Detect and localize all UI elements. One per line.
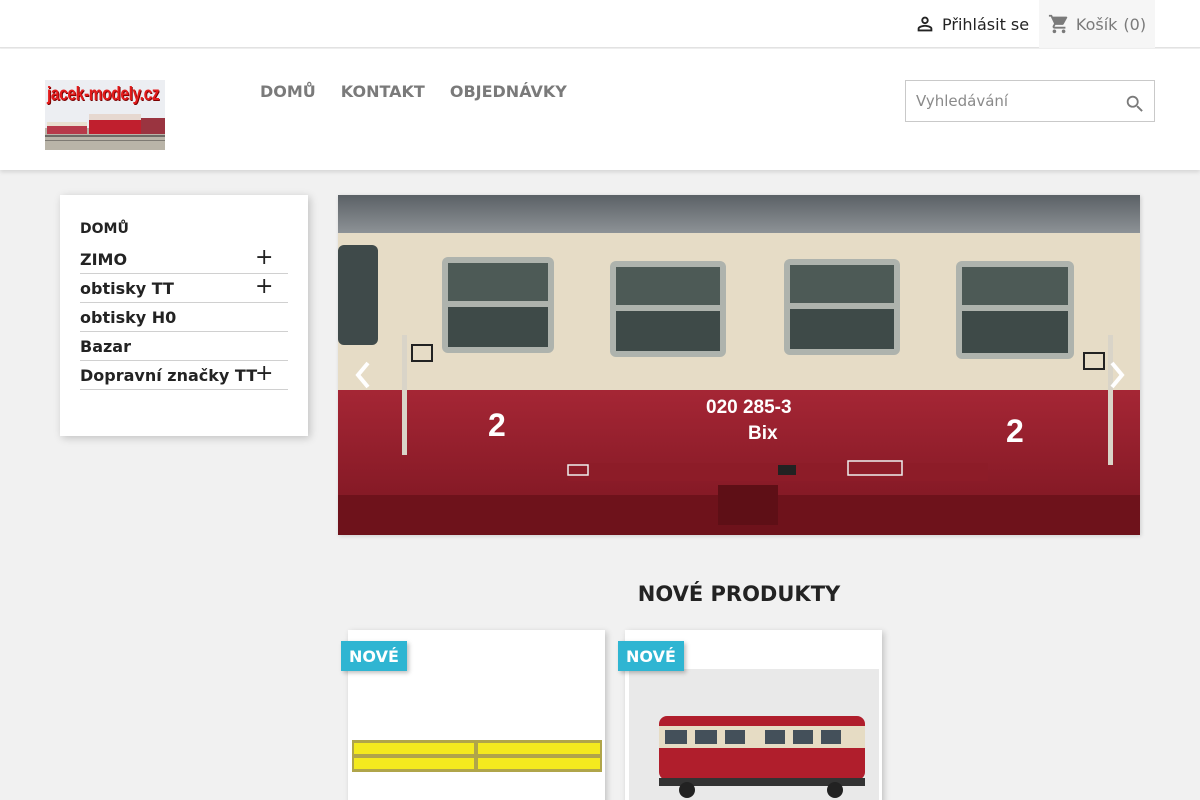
new-badge: NOVÉ — [341, 641, 407, 671]
logo-text: jacek-modely.cz — [47, 84, 160, 105]
section-title-new-products: NOVÉ PRODUKTY — [637, 582, 841, 606]
search-icon[interactable] — [1124, 93, 1146, 115]
nav-home[interactable]: DOMŮ — [260, 82, 316, 101]
car-number-text: 020 285-3 — [706, 397, 792, 418]
top-bar: Přihlásit se Košík (0) — [0, 0, 1200, 48]
car-type-text: Bix — [748, 423, 778, 444]
category-label: ZIMO — [80, 249, 128, 269]
search-box — [905, 80, 1155, 122]
category-item-obtisky-h0[interactable]: obtisky H0 — [80, 303, 288, 332]
category-list: ZIMO + obtisky TT + obtisky H0 Bazar Dop… — [80, 245, 288, 390]
category-sidebar: DOMŮ ZIMO + obtisky TT + obtisky H0 Baza… — [60, 195, 308, 436]
class-mark-left: 2 — [488, 407, 506, 443]
main-nav: DOMŮ KONTAKT OBJEDNÁVKY — [260, 82, 567, 101]
category-item-bazar[interactable]: Bazar — [80, 332, 288, 361]
signin-label: Přihlásit se — [942, 14, 1030, 34]
expand-icon[interactable]: + — [255, 276, 273, 298]
category-label: obtisky H0 — [80, 307, 177, 327]
cart-button[interactable]: Košík (0) — [1039, 0, 1155, 48]
user-icon — [917, 16, 933, 32]
cart-label: Košík — [1075, 14, 1118, 34]
cart-count: (0) — [1123, 14, 1147, 34]
category-label: obtisky TT — [80, 278, 174, 298]
search-input[interactable] — [906, 81, 1116, 121]
category-item-dopravni-znacky[interactable]: Dopravní značky TT + — [80, 361, 288, 390]
site-header: jacek-modely.cz DOMŮ KONTAKT OBJEDNÁVKY — [0, 49, 1200, 170]
category-item-obtisky-tt[interactable]: obtisky TT + — [80, 274, 288, 303]
new-badge: NOVÉ — [618, 641, 684, 671]
expand-icon[interactable]: + — [255, 363, 273, 385]
signin-link[interactable]: Přihlásit se — [914, 0, 1029, 48]
expand-icon[interactable]: + — [255, 247, 273, 269]
site-logo[interactable]: jacek-modely.cz — [45, 80, 165, 150]
category-label: Bazar — [80, 336, 131, 356]
category-item-zimo[interactable]: ZIMO + — [80, 245, 288, 274]
shopping-cart-icon — [1048, 14, 1068, 34]
image-carousel[interactable]: 020 285-3 Bix 2 2 — [338, 195, 1140, 535]
carousel-slide-image — [338, 195, 1140, 535]
sidebar-title[interactable]: DOMŮ — [80, 221, 288, 237]
nav-orders[interactable]: OBJEDNÁVKY — [450, 82, 567, 101]
category-label: Dopravní značky TT — [80, 365, 258, 385]
chevron-right-icon[interactable] — [1102, 355, 1132, 395]
class-mark-right: 2 — [1006, 413, 1024, 449]
nav-contact[interactable]: KONTAKT — [341, 82, 425, 101]
chevron-left-icon[interactable] — [348, 355, 378, 395]
